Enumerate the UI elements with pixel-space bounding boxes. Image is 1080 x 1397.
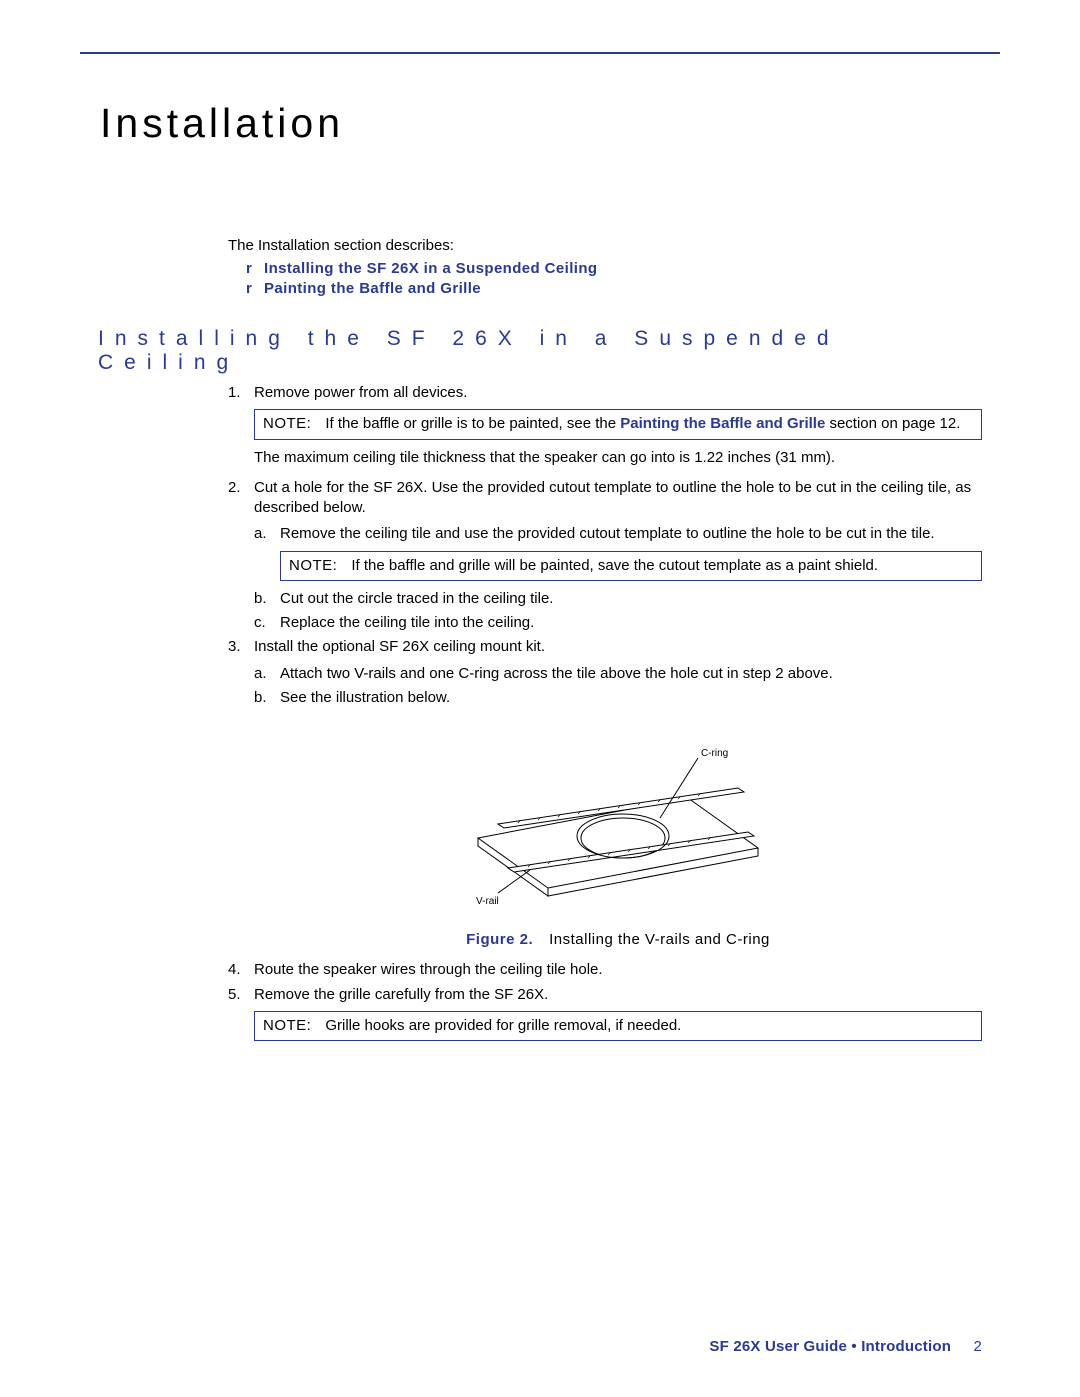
substep-letter: a. <box>254 664 267 684</box>
figure-caption: Figure 2. Installing the V-rails and C-ri… <box>254 930 982 950</box>
footer-text: SF 26X User Guide • Introduction <box>709 1338 951 1355</box>
step-3-substeps: a. Attach two V-rails and one C-ring acr… <box>254 664 982 709</box>
substep-letter: b. <box>254 688 267 708</box>
step-3a: a. Attach two V-rails and one C-ring acr… <box>254 664 982 684</box>
substep-text: Attach two V-rails and one C-ring across… <box>280 665 833 682</box>
step-2a: a. Remove the ceiling tile and use the p… <box>254 524 982 581</box>
max-thickness-text: The maximum ceiling tile thickness that … <box>254 448 982 468</box>
step-2b: b. Cut out the circle traced in the ceil… <box>254 589 982 609</box>
body-block: The Installation section describes: rIns… <box>228 237 982 1041</box>
step-4: 4. Route the speaker wires through the c… <box>228 960 982 980</box>
step-number: 3. <box>228 637 241 657</box>
substep-text: Remove the ceiling tile and use the prov… <box>280 525 935 542</box>
step-number: 4. <box>228 960 241 980</box>
section-heading: Installing the SF 26X in a Suspended Cei… <box>98 327 982 375</box>
step-number: 5. <box>228 985 241 1005</box>
step-number: 2. <box>228 478 241 498</box>
note-text-post: section on page 12. <box>825 415 960 432</box>
substep-text: See the illustration below. <box>280 689 450 706</box>
toc-item-install[interactable]: rInstalling the SF 26X in a Suspended Ce… <box>246 260 982 277</box>
step-2-substeps: a. Remove the ceiling tile and use the p… <box>254 524 982 633</box>
substep-letter: a. <box>254 524 267 544</box>
substep-text: Replace the ceiling tile into the ceilin… <box>280 614 534 631</box>
note-box-3: NOTE: Grille hooks are provided for grill… <box>254 1011 982 1041</box>
substep-letter: c. <box>254 613 266 633</box>
note-box-2: NOTE: If the baffle and grille will be pa… <box>280 551 982 581</box>
note-link-painting[interactable]: Painting the Baffle and Grille <box>620 415 825 432</box>
page-number: 2 <box>973 1338 982 1355</box>
step-text: Cut a hole for the SF 26X. Use the provi… <box>254 479 971 516</box>
figure-caption-text: Installing the V-rails and C-ring <box>549 931 770 948</box>
intro-text: The Installation section describes: <box>228 237 982 254</box>
bullet-icon: r <box>246 260 264 277</box>
step-number: 1. <box>228 383 241 403</box>
step-1: 1. Remove power from all devices. NOTE: I… <box>228 383 982 468</box>
step-text: Remove the grille carefully from the SF … <box>254 986 548 1003</box>
substep-text: Cut out the circle traced in the ceiling… <box>280 590 553 607</box>
chapter-title: Installation <box>100 100 982 147</box>
toc-item-painting[interactable]: rPainting the Baffle and Grille <box>246 280 982 297</box>
page-footer: SF 26X User Guide • Introduction 2 <box>709 1338 982 1355</box>
note-label: NOTE: <box>263 1017 311 1034</box>
note-box-1: NOTE: If the baffle or grille is to be pa… <box>254 409 982 439</box>
toc-label: Painting the Baffle and Grille <box>264 280 481 297</box>
substep-letter: b. <box>254 589 267 609</box>
step-text: Install the optional SF 26X ceiling moun… <box>254 638 545 655</box>
page-top-rule <box>80 52 1000 54</box>
note-text-pre: If the baffle or grille is to be painted… <box>325 415 620 432</box>
step-3b: b. See the illustration below. <box>254 688 982 708</box>
figure-2: C-ring V-rail <box>254 728 982 918</box>
vrails-cring-illustration: C-ring V-rail <box>438 728 798 918</box>
page-content: Installation The Installation section de… <box>0 0 1080 1041</box>
note-text: Grille hooks are provided for grille rem… <box>325 1017 681 1034</box>
figure-label-cring: C-ring <box>701 748 728 759</box>
note-text: If the baffle and grille will be painted… <box>351 557 878 574</box>
step-5: 5. Remove the grille carefully from the … <box>228 985 982 1042</box>
step-3: 3. Install the optional SF 26X ceiling m… <box>228 637 982 950</box>
figure-number: Figure 2. <box>466 931 533 948</box>
note-label: NOTE: <box>289 557 337 574</box>
bullet-icon: r <box>246 280 264 297</box>
note-label: NOTE: <box>263 415 311 432</box>
step-text: Route the speaker wires through the ceil… <box>254 961 603 978</box>
figure-label-vrail: V-rail <box>476 896 499 907</box>
step-2: 2. Cut a hole for the SF 26X. Use the pr… <box>228 478 982 634</box>
toc-label: Installing the SF 26X in a Suspended Cei… <box>264 260 598 277</box>
step-text: Remove power from all devices. <box>254 384 467 401</box>
step-2c: c. Replace the ceiling tile into the cei… <box>254 613 982 633</box>
install-steps: 1. Remove power from all devices. NOTE: I… <box>228 383 982 1041</box>
